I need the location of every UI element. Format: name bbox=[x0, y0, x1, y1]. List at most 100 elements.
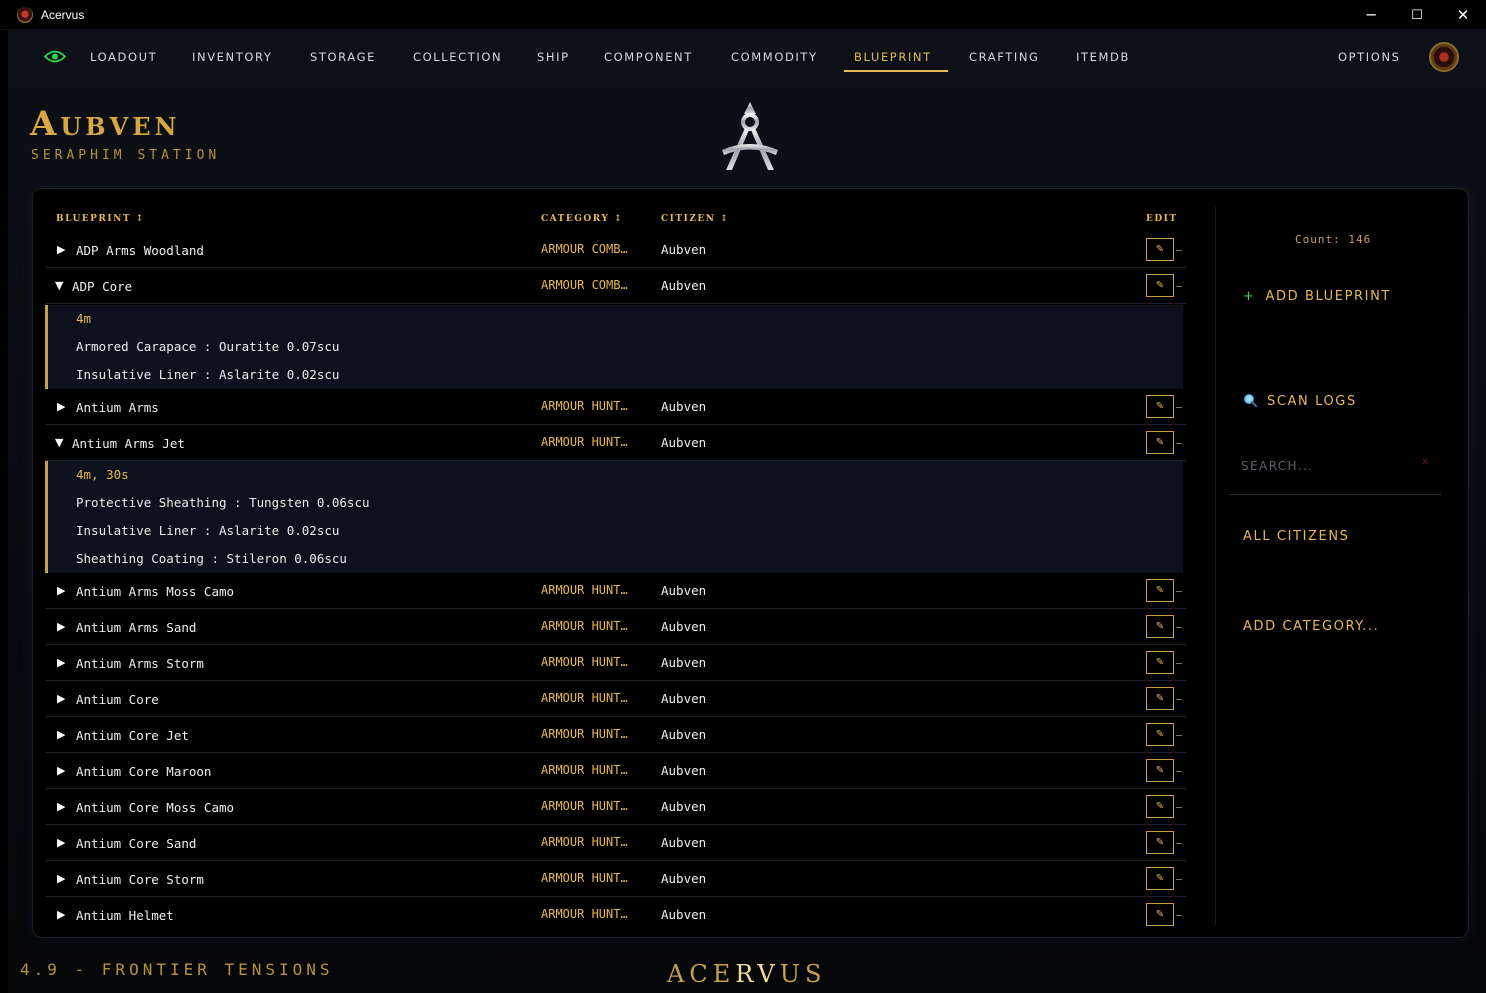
nav-loadout[interactable]: LOADOUT bbox=[90, 50, 157, 64]
nav-storage[interactable]: STORAGE bbox=[310, 50, 376, 64]
table-row[interactable]: ▶ Antium Arms Storm ARMOUR HUNT… Aubven … bbox=[45, 645, 1187, 681]
header-category-sort[interactable]: CATEGORY ↕ bbox=[541, 214, 623, 224]
edit-button[interactable]: ✎ bbox=[1146, 687, 1174, 710]
edit-button[interactable]: ✎ bbox=[1146, 831, 1174, 854]
table-row[interactable]: ▶ Antium Core Storm ARMOUR HUNT… Aubven … bbox=[45, 861, 1187, 897]
edit-button[interactable]: ✎ bbox=[1146, 723, 1174, 746]
edit-button[interactable]: ✎ bbox=[1146, 867, 1174, 890]
edit-button[interactable]: ✎ bbox=[1146, 274, 1174, 297]
add-blueprint-button[interactable]: + ADD BLUEPRINT bbox=[1243, 289, 1391, 304]
category-cell: ARMOUR HUNT… bbox=[541, 435, 628, 449]
category-cell: ARMOUR HUNT… bbox=[541, 907, 628, 921]
expand-toggle-icon[interactable]: ▶ bbox=[57, 800, 65, 813]
material-line: Sheathing Coating : Stileron 0.06scu bbox=[76, 551, 347, 566]
pencil-icon: ✎ bbox=[1155, 621, 1165, 632]
blueprint-name: Antium Arms Moss Camo bbox=[76, 584, 235, 599]
nav-blueprint[interactable]: BLUEPRINT bbox=[854, 50, 932, 64]
window-title: Acervus bbox=[41, 7, 85, 22]
category-filter-select[interactable]: ADD CATEGORY... bbox=[1243, 619, 1379, 634]
edit-button[interactable]: ✎ bbox=[1146, 615, 1174, 638]
pencil-icon: ✎ bbox=[1155, 909, 1165, 920]
table-row[interactable]: ▶ ADP Arms Woodland ARMOUR COMB… Aubven … bbox=[45, 232, 1187, 268]
edit-button[interactable]: ✎ bbox=[1146, 579, 1174, 602]
nav-crafting[interactable]: CRAFTING bbox=[969, 50, 1040, 64]
nav-ship[interactable]: SHIP bbox=[537, 50, 570, 64]
table-row[interactable]: ▶ Antium Core Jet ARMOUR HUNT… Aubven ✎ bbox=[45, 717, 1187, 753]
pencil-icon: ✎ bbox=[1155, 693, 1165, 704]
table-row[interactable]: ▶ Antium Core Moss Camo ARMOUR HUNT… Aub… bbox=[45, 789, 1187, 825]
material-line: Protective Sheathing : Tungsten 0.06scu bbox=[76, 495, 370, 510]
citizen-cell: Aubven bbox=[661, 763, 707, 778]
table-row[interactable]: ▶ Antium Core Maroon ARMOUR HUNT… Aubven… bbox=[45, 753, 1187, 789]
maximize-button[interactable]: ☐ bbox=[1394, 0, 1440, 30]
expand-toggle-icon[interactable]: ▶ bbox=[57, 243, 65, 256]
expand-toggle-icon[interactable]: ▶ bbox=[57, 400, 65, 413]
category-cell: ARMOUR HUNT… bbox=[541, 583, 628, 597]
edit-button[interactable]: ✎ bbox=[1146, 651, 1174, 674]
citizen-filter-select[interactable]: ALL CITIZENS bbox=[1243, 529, 1350, 544]
blueprint-name: Antium Core Sand bbox=[76, 836, 197, 851]
pencil-icon: ✎ bbox=[1155, 585, 1165, 596]
collapse-toggle-icon[interactable]: ▼ bbox=[55, 279, 63, 292]
close-button[interactable]: ✕ bbox=[1440, 0, 1486, 30]
edit-button[interactable]: ✎ bbox=[1146, 431, 1174, 454]
category-cell: ARMOUR HUNT… bbox=[541, 655, 628, 669]
citizen-cell: Aubven bbox=[661, 399, 707, 414]
category-cell: ARMOUR HUNT… bbox=[541, 763, 628, 777]
nav-commodity[interactable]: COMMODITY bbox=[731, 50, 818, 64]
expand-toggle-icon[interactable]: ▶ bbox=[57, 692, 65, 705]
table-row[interactable]: ▶ Antium Core ARMOUR HUNT… Aubven ✎ bbox=[45, 681, 1187, 717]
table-row[interactable]: ▶ Antium Arms Sand ARMOUR HUNT… Aubven ✎ bbox=[45, 609, 1187, 645]
nav-inventory[interactable]: INVENTORY bbox=[192, 50, 273, 64]
expand-toggle-icon[interactable]: ▶ bbox=[57, 764, 65, 777]
citizen-cell: Aubven bbox=[661, 691, 707, 706]
plus-icon: + bbox=[1243, 289, 1256, 304]
expand-toggle-icon[interactable]: ▶ bbox=[57, 584, 65, 597]
clear-search-icon[interactable]: ✕ bbox=[1421, 457, 1429, 468]
eye-icon[interactable] bbox=[44, 48, 66, 65]
row-overflow bbox=[1176, 807, 1182, 808]
expand-toggle-icon[interactable]: ▶ bbox=[57, 656, 65, 669]
edit-button[interactable]: ✎ bbox=[1146, 238, 1174, 261]
nav-component[interactable]: COMPONENT bbox=[604, 50, 693, 64]
blueprint-name: Antium Core Maroon bbox=[76, 764, 212, 779]
table-row[interactable]: ▶ Antium Core Sand ARMOUR HUNT… Aubven ✎ bbox=[45, 825, 1187, 861]
edit-button[interactable]: ✎ bbox=[1146, 395, 1174, 418]
header-citizen-sort[interactable]: CITIZEN ↕ bbox=[661, 214, 729, 224]
expand-toggle-icon[interactable]: ▶ bbox=[57, 908, 65, 921]
edit-button[interactable]: ✎ bbox=[1146, 903, 1174, 926]
minimize-button[interactable]: ─ bbox=[1348, 0, 1394, 30]
expand-toggle-icon[interactable]: ▶ bbox=[57, 728, 65, 741]
row-overflow bbox=[1176, 699, 1182, 700]
expand-toggle-icon[interactable]: ▶ bbox=[57, 620, 65, 633]
search-box: ✕ bbox=[1229, 445, 1441, 495]
active-tab-indicator bbox=[844, 70, 948, 72]
header-blueprint-sort[interactable]: BLUEPRINT ↕ bbox=[56, 214, 145, 224]
edit-button[interactable]: ✎ bbox=[1146, 759, 1174, 782]
category-cell: ARMOUR COMB… bbox=[541, 278, 628, 292]
user-avatar[interactable] bbox=[1429, 42, 1459, 72]
citizen-cell: Aubven bbox=[661, 907, 707, 922]
nav-itemdb[interactable]: ITEMDB bbox=[1076, 50, 1130, 64]
table-row[interactable]: ▶ Antium Arms Moss Camo ARMOUR HUNT… Aub… bbox=[45, 573, 1187, 609]
row-overflow bbox=[1176, 771, 1182, 772]
citizen-cell: Aubven bbox=[661, 871, 707, 886]
expand-toggle-icon[interactable]: ▶ bbox=[57, 836, 65, 849]
search-input[interactable] bbox=[1241, 455, 1411, 477]
expand-toggle-icon[interactable]: ▶ bbox=[57, 872, 65, 885]
craft-time: 4m, 30s bbox=[76, 467, 129, 482]
scan-logs-button[interactable]: SCAN LOGS bbox=[1243, 393, 1357, 409]
table-row[interactable]: ▶ Antium Helmet ARMOUR HUNT… Aubven ✎ bbox=[45, 897, 1187, 931]
blueprint-name: Antium Arms Jet bbox=[72, 436, 185, 451]
nav-options[interactable]: OPTIONS bbox=[1338, 50, 1401, 64]
table-row[interactable]: ▼ ADP Core ARMOUR COMB… Aubven ✎ bbox=[45, 268, 1187, 304]
table-row[interactable]: ▶ Antium Arms ARMOUR HUNT… Aubven ✎ bbox=[45, 389, 1187, 425]
edit-button[interactable]: ✎ bbox=[1146, 795, 1174, 818]
table-row[interactable]: ▼ Antium Arms Jet ARMOUR HUNT… Aubven ✎ bbox=[45, 425, 1187, 461]
category-cell: ARMOUR HUNT… bbox=[541, 835, 628, 849]
collapse-toggle-icon[interactable]: ▼ bbox=[55, 436, 63, 449]
blueprint-name: Antium Arms Sand bbox=[76, 620, 197, 635]
blueprint-name: Antium Helmet bbox=[76, 908, 174, 923]
nav-collection[interactable]: COLLECTION bbox=[413, 50, 502, 64]
citizen-cell: Aubven bbox=[661, 619, 707, 634]
